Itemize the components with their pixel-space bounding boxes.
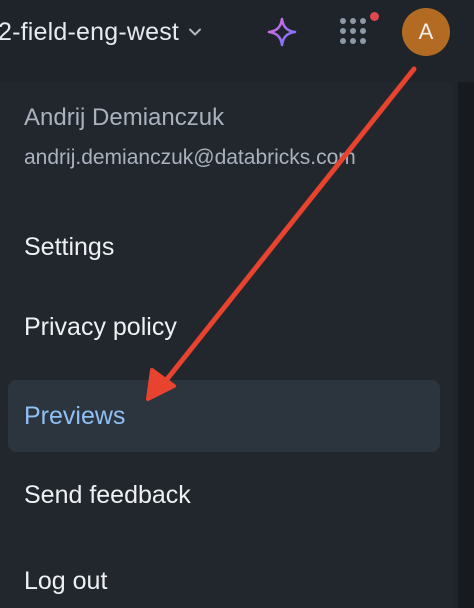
menu-item-send-feedback[interactable]: Send feedback <box>8 459 440 531</box>
menu-item-previews[interactable]: Previews <box>8 380 440 452</box>
chevron-down-icon <box>187 24 203 40</box>
assistant-button[interactable] <box>266 16 298 48</box>
account-email: andrij.demianczuk@databricks.com <box>24 146 356 169</box>
menu-item-log-out[interactable]: Log out <box>8 545 440 608</box>
apps-button[interactable] <box>338 12 379 50</box>
menu-item-label: Previews <box>24 401 126 430</box>
apps-grid-icon <box>340 18 370 48</box>
avatar[interactable]: A <box>402 8 450 56</box>
page-scroll-edge <box>458 82 474 608</box>
menu-item-label: Privacy policy <box>24 312 177 341</box>
top-bar: 2-field-eng-west A <box>0 0 474 66</box>
menu-item-settings[interactable]: Settings <box>8 211 440 283</box>
avatar-initial: A <box>418 19 434 44</box>
menu-item-label: Log out <box>24 566 108 595</box>
menu-item-privacy-policy[interactable]: Privacy policy <box>8 291 440 363</box>
account-name: Andrij Demianczuk <box>24 104 225 131</box>
account-menu-screen: 2-field-eng-west A Andrij Demianczuk and… <box>0 0 474 608</box>
notification-dot <box>370 12 379 21</box>
menu-item-label: Settings <box>24 232 115 261</box>
workspace-name: 2-field-eng-west <box>0 17 180 46</box>
menu-item-label: Send feedback <box>24 480 191 509</box>
sparkle-icon <box>267 17 297 47</box>
workspace-switcher[interactable]: 2-field-eng-west <box>0 16 203 48</box>
